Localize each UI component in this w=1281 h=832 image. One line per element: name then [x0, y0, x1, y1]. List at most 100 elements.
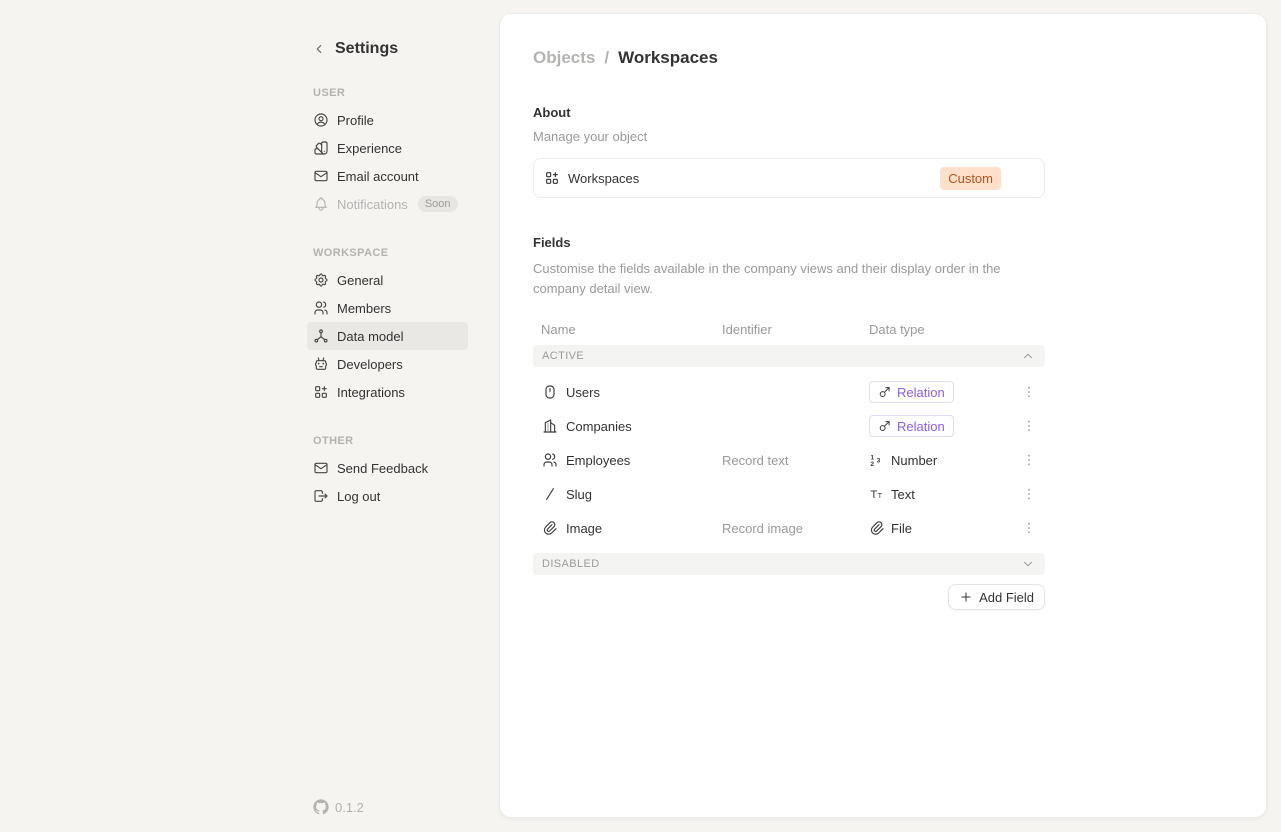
column-datatype: Data type	[869, 322, 1013, 337]
section-label: WORKSPACE	[307, 247, 468, 259]
field-row-employees: EmployeesRecord text123Number	[533, 443, 1045, 477]
apps-icon	[313, 384, 329, 400]
sidebar-item-general[interactable]: General	[307, 266, 468, 294]
users-icon	[542, 452, 558, 468]
robot-icon	[313, 356, 329, 372]
svg-text:T: T	[878, 491, 883, 500]
number-icon: 123	[869, 452, 885, 468]
github-icon[interactable]	[313, 799, 329, 815]
field-name-cell: Slug	[533, 486, 722, 502]
sidebar-item-data-model[interactable]: Data model	[307, 322, 468, 350]
gear-icon	[313, 272, 329, 288]
group-label-active: ACTIVE	[542, 350, 584, 362]
bell-icon	[313, 196, 329, 212]
row-menu-dots-icon[interactable]	[1021, 384, 1037, 400]
field-datatype-cell: Relation	[869, 415, 1013, 437]
row-menu-dots-icon[interactable]	[1021, 520, 1037, 536]
slash-icon	[542, 486, 558, 502]
section-label: OTHER	[307, 435, 468, 447]
relation-badge[interactable]: Relation	[869, 381, 954, 403]
app-version: 0.1.2	[313, 799, 364, 815]
chevron-up-icon[interactable]	[1020, 348, 1036, 364]
plus-icon	[959, 590, 973, 604]
field-datatype-cell: 123 Number	[869, 452, 1013, 468]
settings-sidebar: Settings USER Profile Experience Email acco…	[307, 40, 468, 510]
row-menu-dots-icon[interactable]	[1021, 452, 1037, 468]
svg-text:1: 1	[870, 454, 874, 461]
users-icon	[313, 300, 329, 316]
sidebar-item-profile[interactable]: Profile	[307, 106, 468, 134]
group-label-disabled: DISABLED	[542, 558, 600, 570]
row-menu-dots-icon[interactable]	[1021, 486, 1037, 502]
breadcrumb-objects[interactable]: Objects	[533, 48, 595, 68]
field-row-slug: Slug TT Text	[533, 477, 1045, 511]
field-datatype-cell: TT Text	[869, 486, 1013, 502]
field-datatype-cell: File	[869, 520, 1013, 536]
svg-text:3: 3	[877, 458, 881, 465]
datatype-label: Relation	[897, 385, 945, 400]
sidebar-item-email-account[interactable]: Email account	[307, 162, 468, 190]
svg-text:2: 2	[870, 461, 874, 468]
field-name-label: Employees	[566, 453, 630, 468]
settings-title: Settings	[335, 40, 398, 58]
field-row-image: Image Record image File	[533, 511, 1045, 545]
about-heading: About	[533, 105, 1045, 120]
fields-description: Customise the fields available in the co…	[533, 259, 1038, 299]
sidebar-item-send-feedback[interactable]: Send Feedback	[307, 454, 468, 482]
sidebar-item-developers[interactable]: Developers	[307, 350, 468, 378]
mail-icon	[313, 460, 329, 476]
add-field-button[interactable]: Add Field	[948, 584, 1045, 610]
apps-icon	[544, 170, 560, 186]
mail-icon	[313, 168, 329, 184]
field-name-label: Image	[566, 521, 602, 536]
group-bar-active[interactable]: ACTIVE	[533, 345, 1045, 367]
field-name-label: Slug	[566, 487, 592, 502]
relation-badge[interactable]: Relation	[869, 415, 954, 437]
chevron-left-icon[interactable]	[311, 41, 327, 57]
section-label: USER	[307, 87, 468, 99]
paperclip-icon	[542, 520, 558, 536]
logout-icon	[313, 488, 329, 504]
sidebar-item-experience[interactable]: Experience	[307, 134, 468, 162]
field-row-users: Users Relation	[533, 375, 1045, 409]
datatype-label: Text	[891, 487, 915, 502]
mouse-icon	[542, 384, 558, 400]
sidebar-section-workspace: WORKSPACE General Members Data model Develop…	[307, 247, 468, 406]
breadcrumb-separator: /	[604, 48, 609, 68]
row-menu-dots-icon[interactable]	[1021, 418, 1037, 434]
paperclip-icon	[869, 520, 885, 536]
sidebar-item-label: Data model	[337, 329, 403, 344]
field-name-cell: Users	[533, 384, 722, 400]
relation-icon	[878, 419, 892, 433]
typography-icon: TT	[869, 486, 885, 502]
sidebar-item-label: Send Feedback	[337, 461, 428, 476]
sidebar-item-label: Profile	[337, 113, 374, 128]
settings-main-panel: Objects / Workspaces About Manage your o…	[499, 13, 1267, 818]
svg-text:T: T	[870, 489, 877, 501]
sidebar-section-user: USERProfileExperienceEmail accountNotifi…	[307, 87, 468, 218]
object-card: Workspaces Custom	[533, 158, 1045, 198]
field-name-cell: Employees	[533, 452, 722, 468]
field-name-label: Users	[566, 385, 600, 400]
field-name-cell: Image	[533, 520, 722, 536]
sidebar-item-label: Experience	[337, 141, 402, 156]
sidebar-item-label: Email account	[337, 169, 419, 184]
sidebar-item-log-out[interactable]: Log out	[307, 482, 468, 510]
group-bar-disabled[interactable]: DISABLED	[533, 553, 1045, 575]
chevron-down-icon[interactable]	[1020, 556, 1036, 572]
hierarchy-icon	[313, 328, 329, 344]
datatype-label: Number	[891, 453, 937, 468]
field-row-companies: CompaniesRelation	[533, 409, 1045, 443]
table-header: Name Identifier Data type	[533, 313, 1045, 345]
sidebar-item-label: Integrations	[337, 385, 405, 400]
field-identifier: Record image	[722, 521, 869, 536]
sidebar-item-label: General	[337, 273, 383, 288]
relation-icon	[878, 385, 892, 399]
soon-badge: Soon	[418, 196, 458, 212]
datatype-label: Relation	[897, 419, 945, 434]
sidebar-item-integrations[interactable]: Integrations	[307, 378, 468, 406]
fields-table: Name Identifier Data type ACTIVE Users Re…	[533, 313, 1045, 575]
sidebar-item-members[interactable]: Members	[307, 294, 468, 322]
object-menu-dots-icon[interactable]	[1014, 170, 1030, 186]
datatype-label: File	[891, 521, 912, 536]
